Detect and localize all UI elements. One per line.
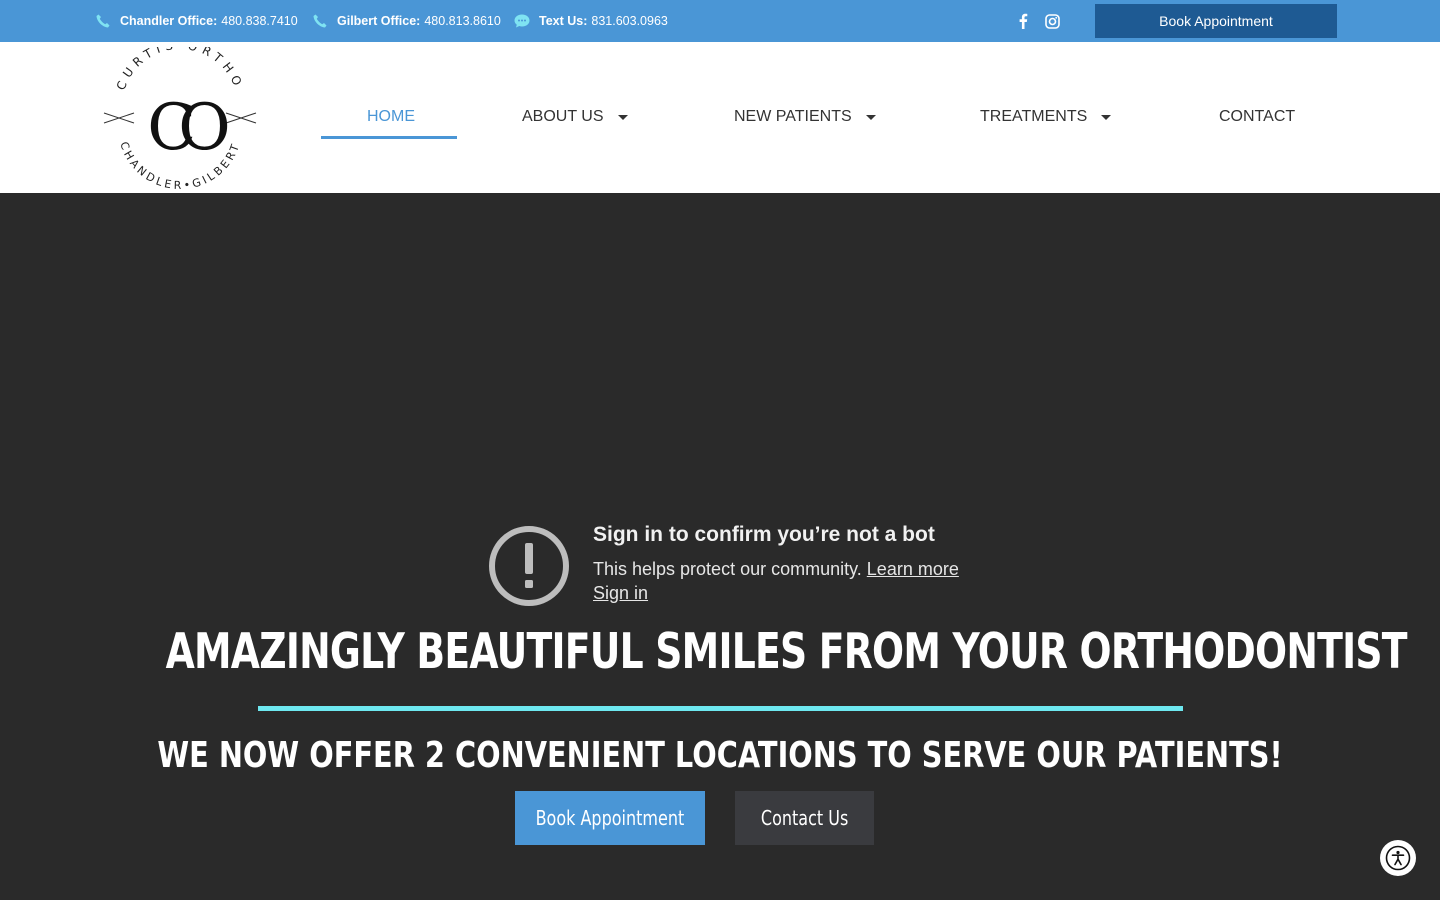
- book-appointment-button[interactable]: Book Appointment: [515, 791, 705, 845]
- nav-new-patients-label: NEW PATIENTS: [734, 108, 852, 125]
- contact-us-button-label: Contact Us: [760, 806, 849, 830]
- chandler-office-phone[interactable]: Chandler Office: 480.838.7410: [94, 12, 298, 30]
- text-us-number: 831.603.0963: [591, 14, 668, 28]
- nav-home-label: HOME: [367, 108, 415, 125]
- caret-down-icon: [617, 114, 628, 120]
- phone-icon: [94, 12, 112, 30]
- accessibility-icon: [1385, 845, 1411, 871]
- gilbert-office-phone[interactable]: Gilbert Office: 480.813.8610: [311, 12, 501, 30]
- contact-us-button[interactable]: Contact Us: [735, 791, 874, 845]
- alert-icon: [488, 525, 570, 607]
- nav-active-indicator: [321, 136, 457, 139]
- accessibility-button[interactable]: [1380, 840, 1416, 876]
- nav-contact-label: CONTACT: [1219, 108, 1296, 125]
- book-appointment-top-button[interactable]: Book Appointment: [1095, 4, 1337, 38]
- facebook-icon[interactable]: [1015, 12, 1031, 30]
- svg-text:CURTIS ORTHO: CURTIS ORTHO: [114, 47, 247, 92]
- headline-divider: [258, 706, 1183, 711]
- text-us-label: Text Us:: [539, 14, 588, 28]
- curtis-ortho-logo[interactable]: CURTIS ORTHO CHANDLER•GILBERT CO: [100, 38, 260, 192]
- sms-icon: [513, 12, 531, 30]
- nav-treatments[interactable]: TREATMENTS: [980, 106, 1112, 128]
- book-appointment-button-label: Book Appointment: [535, 806, 685, 830]
- instagram-icon[interactable]: [1044, 12, 1060, 30]
- bot-check-message-row: This helps protect our community. Learn …: [593, 559, 959, 580]
- chandler-office-number: 480.838.7410: [221, 14, 298, 28]
- nav-treatments-label: TREATMENTS: [980, 108, 1088, 125]
- phone-icon: [311, 12, 329, 30]
- nav-new-patients[interactable]: NEW PATIENTS: [734, 106, 876, 128]
- bot-check-message: This helps protect our community.: [593, 559, 862, 579]
- svg-text:CO: CO: [147, 91, 227, 165]
- gilbert-office-label: Gilbert Office:: [337, 14, 421, 28]
- top-bar: Chandler Office: 480.838.7410 Gilbert Of…: [0, 0, 1440, 42]
- sign-in-link[interactable]: Sign in: [593, 583, 648, 604]
- nav-about-us-label: ABOUT US: [522, 108, 604, 125]
- hero-section: Sign in to confirm you’re not a bot This…: [0, 193, 1440, 900]
- bot-check-title: Sign in to confirm you’re not a bot: [593, 523, 935, 546]
- hero-subhead: WE NOW OFFER 2 CONVENIENT LOCATIONS TO S…: [157, 735, 1283, 776]
- text-us-phone[interactable]: Text Us: 831.603.0963: [513, 12, 668, 30]
- hero-headline: AMAZINGLY BEAUTIFUL SMILES FROM YOUR ORT…: [165, 623, 1408, 680]
- nav-about-us[interactable]: ABOUT US: [522, 106, 628, 128]
- chandler-office-label: Chandler Office:: [120, 14, 218, 28]
- caret-down-icon: [1101, 114, 1112, 120]
- site-header: CURTIS ORTHO CHANDLER•GILBERT CO HOME AB…: [0, 38, 1440, 193]
- learn-more-link[interactable]: Learn more: [867, 559, 959, 579]
- nav-contact[interactable]: CONTACT: [1219, 106, 1295, 128]
- gilbert-office-number: 480.813.8610: [424, 14, 501, 28]
- nav-home[interactable]: HOME: [367, 106, 415, 128]
- caret-down-icon: [865, 114, 876, 120]
